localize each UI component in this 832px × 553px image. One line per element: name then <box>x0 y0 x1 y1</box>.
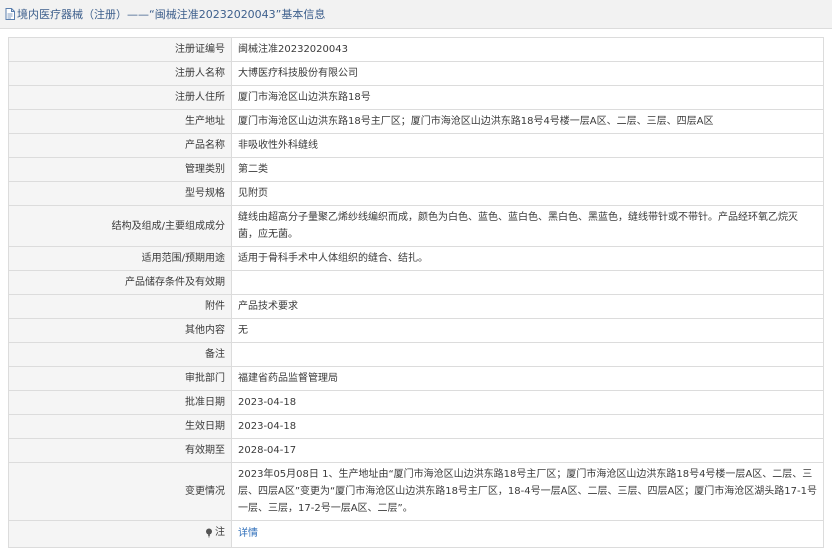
model-spec-label: 型号规格 <box>8 181 232 206</box>
row-approval-department: 审批部门 福建省药品监督管理局 <box>8 366 824 391</box>
remarks-value <box>231 342 824 367</box>
intended-use-value: 适用于骨科手术中人体组织的缝合、结扎。 <box>231 246 824 271</box>
row-other-content: 其他内容 无 <box>8 318 824 343</box>
document-icon <box>5 8 15 20</box>
row-registrant-name: 注册人名称 大博医疗科技股份有限公司 <box>8 61 824 86</box>
intended-use-label: 适用范围/预期用途 <box>8 246 232 271</box>
remarks-label: 备注 <box>8 342 232 367</box>
approval-department-label: 审批部门 <box>8 366 232 391</box>
pin-icon <box>205 528 213 538</box>
row-management-category: 管理类别 第二类 <box>8 157 824 182</box>
attachments-label: 附件 <box>8 294 232 319</box>
note-label: 注 <box>205 524 225 541</box>
row-structure-composition: 结构及组成/主要组成成分 缝线由超高分子量聚乙烯纱线编织而成，颜色为白色、蓝色、… <box>8 205 824 247</box>
storage-conditions-value <box>231 270 824 295</box>
row-intended-use: 适用范围/预期用途 适用于骨科手术中人体组织的缝合、结扎。 <box>8 246 824 271</box>
product-name-label: 产品名称 <box>8 133 232 158</box>
other-content-value: 无 <box>231 318 824 343</box>
expiry-date-label: 有效期至 <box>8 438 232 463</box>
storage-conditions-label: 产品储存条件及有效期 <box>8 270 232 295</box>
row-storage-conditions: 产品储存条件及有效期 <box>8 270 824 295</box>
row-note: 注 详情 <box>8 520 824 548</box>
attachments-value: 产品技术要求 <box>231 294 824 319</box>
effective-date-label: 生效日期 <box>8 414 232 439</box>
row-registration-number: 注册证编号 闽械注准20232020043 <box>8 37 824 62</box>
row-remarks: 备注 <box>8 342 824 367</box>
row-attachments: 附件 产品技术要求 <box>8 294 824 319</box>
registrant-name-value: 大博医疗科技股份有限公司 <box>231 61 824 86</box>
structure-composition-value: 缝线由超高分子量聚乙烯纱线编织而成，颜色为白色、蓝色、蓝白色、黑白色、黑蓝色，缝… <box>231 205 824 247</box>
expiry-date-value: 2028-04-17 <box>231 438 824 463</box>
effective-date-value: 2023-04-18 <box>231 414 824 439</box>
management-category-value: 第二类 <box>231 157 824 182</box>
note-value: 详情 <box>231 520 824 548</box>
change-history-label: 变更情况 <box>8 462 232 521</box>
product-name-value: 非吸收性外科缝线 <box>231 133 824 158</box>
page-title: 境内医疗器械（注册）——“闽械注准20232020043”基本信息 <box>17 8 326 21</box>
row-change-history: 变更情况 2023年05月08日 1、生产地址由“厦门市海沧区山边洪东路18号主… <box>8 462 824 521</box>
registration-number-value: 闽械注准20232020043 <box>231 37 824 62</box>
title-bar: 境内医疗器械（注册）——“闽械注准20232020043”基本信息 <box>0 0 832 29</box>
other-content-label: 其他内容 <box>8 318 232 343</box>
row-registrant-address: 注册人住所 厦门市海沧区山边洪东路18号 <box>8 85 824 110</box>
production-address-value: 厦门市海沧区山边洪东路18号主厂区；厦门市海沧区山边洪东路18号4号楼一层A区、… <box>231 109 824 134</box>
registrant-address-value: 厦门市海沧区山边洪东路18号 <box>231 85 824 110</box>
registration-info-table: 注册证编号 闽械注准20232020043 注册人名称 大博医疗科技股份有限公司… <box>8 37 824 548</box>
registrant-name-label: 注册人名称 <box>8 61 232 86</box>
note-label-text: 注 <box>215 527 225 538</box>
row-approval-date: 批准日期 2023-04-18 <box>8 390 824 415</box>
details-link[interactable]: 详情 <box>238 528 258 539</box>
change-history-value: 2023年05月08日 1、生产地址由“厦门市海沧区山边洪东路18号主厂区；厦门… <box>231 462 824 521</box>
approval-department-value: 福建省药品监督管理局 <box>231 366 824 391</box>
model-spec-value: 见附页 <box>231 181 824 206</box>
row-model-spec: 型号规格 见附页 <box>8 181 824 206</box>
structure-composition-label: 结构及组成/主要组成成分 <box>8 205 232 247</box>
row-effective-date: 生效日期 2023-04-18 <box>8 414 824 439</box>
registrant-address-label: 注册人住所 <box>8 85 232 110</box>
approval-date-value: 2023-04-18 <box>231 390 824 415</box>
row-expiry-date: 有效期至 2028-04-17 <box>8 438 824 463</box>
row-product-name: 产品名称 非吸收性外科缝线 <box>8 133 824 158</box>
note-label-cell: 注 <box>8 520 232 548</box>
row-production-address: 生产地址 厦门市海沧区山边洪东路18号主厂区；厦门市海沧区山边洪东路18号4号楼… <box>8 109 824 134</box>
registration-number-label: 注册证编号 <box>8 37 232 62</box>
management-category-label: 管理类别 <box>8 157 232 182</box>
production-address-label: 生产地址 <box>8 109 232 134</box>
approval-date-label: 批准日期 <box>8 390 232 415</box>
